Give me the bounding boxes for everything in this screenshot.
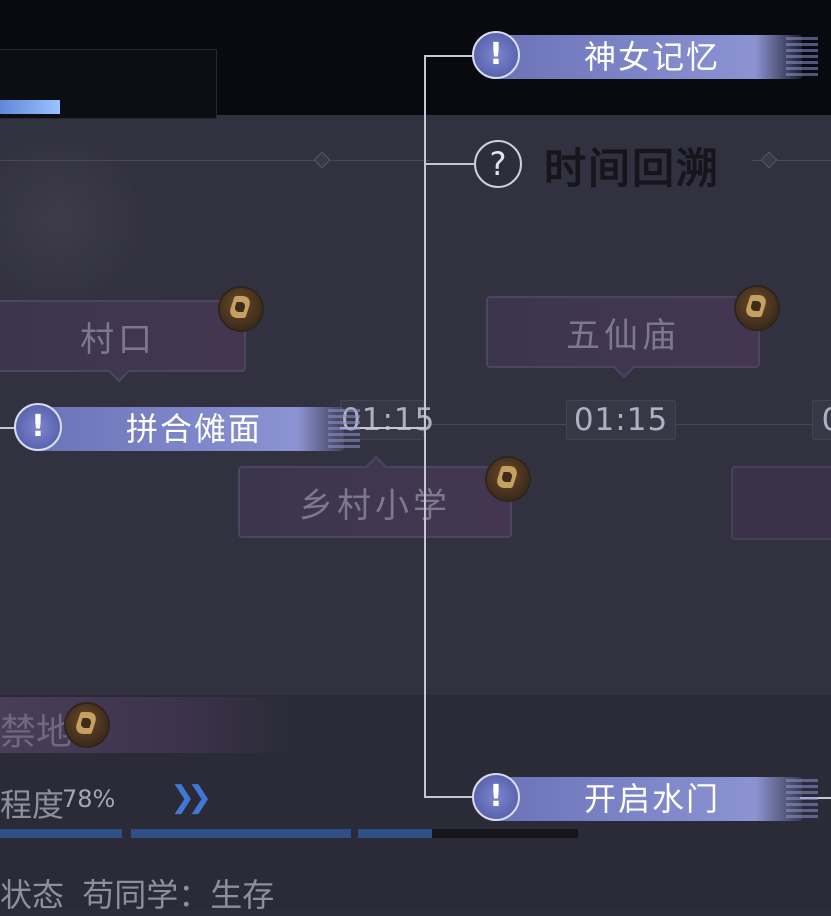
event-node-pinhe[interactable]: ! 拼合傩面 <box>14 403 360 455</box>
node-label: 开启水门 <box>583 780 720 818</box>
progress-value: 78% <box>62 785 116 813</box>
connector-left <box>0 427 14 429</box>
location-wuxianmiao[interactable]: 五仙庙 <box>486 296 760 379</box>
leaf-emblem-icon <box>736 287 778 329</box>
connector-top <box>424 55 474 57</box>
connector-bottom <box>424 796 474 798</box>
node-label: 神女记忆 <box>583 38 720 76</box>
progress-segment <box>131 829 351 838</box>
decor-line-left <box>0 160 430 161</box>
progress-segment <box>358 829 432 838</box>
double-chevron-icon[interactable]: ❯❯ <box>170 780 212 815</box>
leaf-emblem-icon <box>220 288 262 330</box>
chapter-title: 时间回溯 <box>544 144 721 193</box>
location-offscreen[interactable] <box>731 466 831 540</box>
status-line: 状态 苟同学：生存 <box>0 870 274 916</box>
leaf-emblem-icon <box>66 704 108 746</box>
top-progress-fill <box>0 100 60 114</box>
progress-segment <box>0 829 122 838</box>
location-cunkou[interactable]: 村口 <box>0 300 246 383</box>
event-node-shennv[interactable]: ! 神女记忆 <box>472 31 818 83</box>
timestamp-right: 0 <box>812 400 831 440</box>
forbidden-area-label: 禁地 <box>0 712 73 753</box>
status-value: 苟同学：生存 <box>82 876 275 914</box>
location-xiangcunxiaoxue[interactable]: 乡村小学 <box>238 455 512 538</box>
status-label: 状态 <box>0 876 65 914</box>
leaf-emblem-icon <box>487 458 529 500</box>
timestamp-middle: 01:15 <box>566 400 676 440</box>
node-label: 拼合傩面 <box>125 410 262 448</box>
question-circle-icon[interactable]: ? <box>474 140 522 188</box>
location-label: 村口 <box>80 319 156 360</box>
progress-label: 程度 <box>0 786 65 824</box>
connector-chapter <box>424 163 474 165</box>
event-node-kaiqi[interactable]: ! 开启水门 <box>472 773 818 825</box>
progress-segment-empty <box>432 829 578 838</box>
